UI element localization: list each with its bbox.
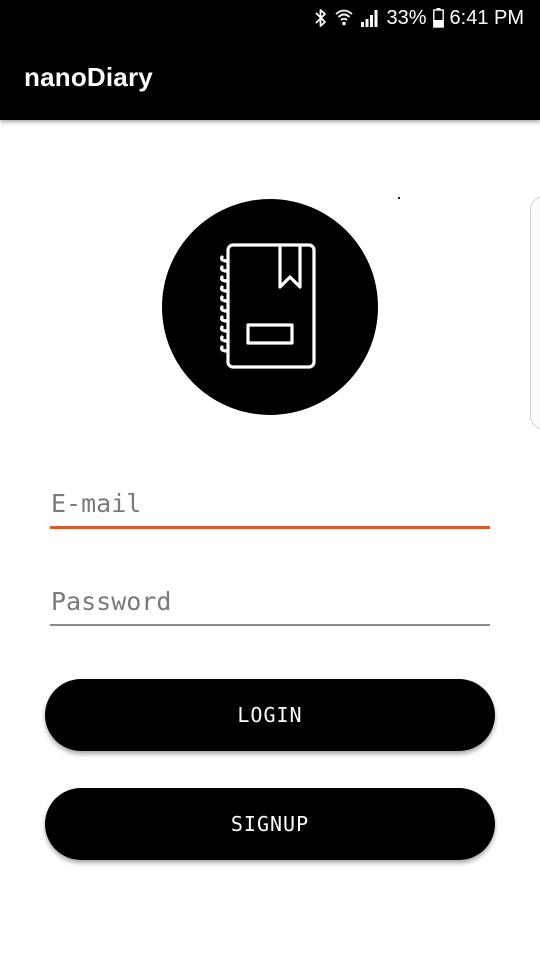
email-input[interactable] (50, 480, 490, 526)
login-button[interactable]: LOGIN (45, 679, 495, 751)
edge-panel-handle[interactable] (530, 196, 540, 430)
signup-button-label: SIGNUP (230, 812, 310, 836)
app-title: nanoDiary (24, 62, 153, 92)
app-bar: nanoDiary (0, 36, 540, 120)
signup-button[interactable]: SIGNUP (45, 788, 495, 860)
login-button-label: LOGIN (237, 703, 303, 727)
bluetooth-icon (314, 8, 328, 28)
battery-icon (432, 8, 444, 28)
battery-percent: 33% (386, 6, 427, 29)
notebook-icon (220, 243, 316, 369)
app-logo (162, 199, 378, 415)
email-field[interactable] (50, 480, 490, 529)
signal-icon (360, 8, 380, 28)
password-field[interactable] (50, 578, 490, 626)
clock: 6:41 PM (449, 6, 524, 29)
dust-speck (398, 197, 400, 199)
wifi-icon (334, 8, 354, 28)
password-input[interactable] (50, 578, 490, 624)
status-bar: 33% 6:41 PM (0, 0, 540, 36)
status-icons: 33% 6:41 PM (314, 5, 524, 31)
